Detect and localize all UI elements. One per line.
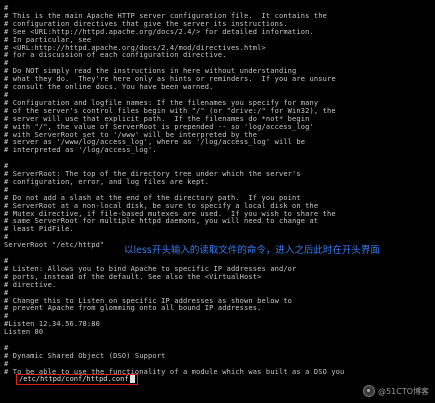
- watermark: @51CTO博客: [363, 385, 429, 397]
- terminal-line: # Dynamic Shared Object (DSO) Support: [4, 351, 166, 360]
- less-status-line[interactable]: /etc/httpd/conf/httpd.conf: [16, 374, 138, 385]
- terminal-line: # configuration, error, and log files ar…: [4, 177, 210, 186]
- terminal-line: #Listen 12.34.56.78:80: [4, 320, 101, 329]
- terminal-line: # directive.: [4, 280, 57, 289]
- terminal-line: # consult the online docs. You have been…: [4, 83, 214, 92]
- blog-logo-icon: [363, 385, 376, 397]
- watermark-text: @51CTO博客: [378, 386, 429, 396]
- terminal-window[interactable]: # # This is the main Apache HTTP server c…: [0, 0, 435, 403]
- terminal-output: # # This is the main Apache HTTP server c…: [4, 4, 344, 377]
- terminal-line: # interpreted as '/log/access_log'.: [4, 146, 157, 155]
- terminal-line: # least PidFile.: [4, 225, 74, 234]
- annotation-text: 以less开头输入的读取文件的命令，进入之后此时在开头界面: [124, 245, 380, 256]
- status-filename: /etc/httpd/conf/httpd.conf: [19, 375, 129, 383]
- terminal-line: Listen 80: [4, 328, 44, 337]
- terminal-line: # prevent Apache from glomming onto all …: [4, 304, 262, 313]
- text-cursor: [129, 375, 135, 383]
- terminal-line: # for a discussion of each configuration…: [4, 51, 227, 60]
